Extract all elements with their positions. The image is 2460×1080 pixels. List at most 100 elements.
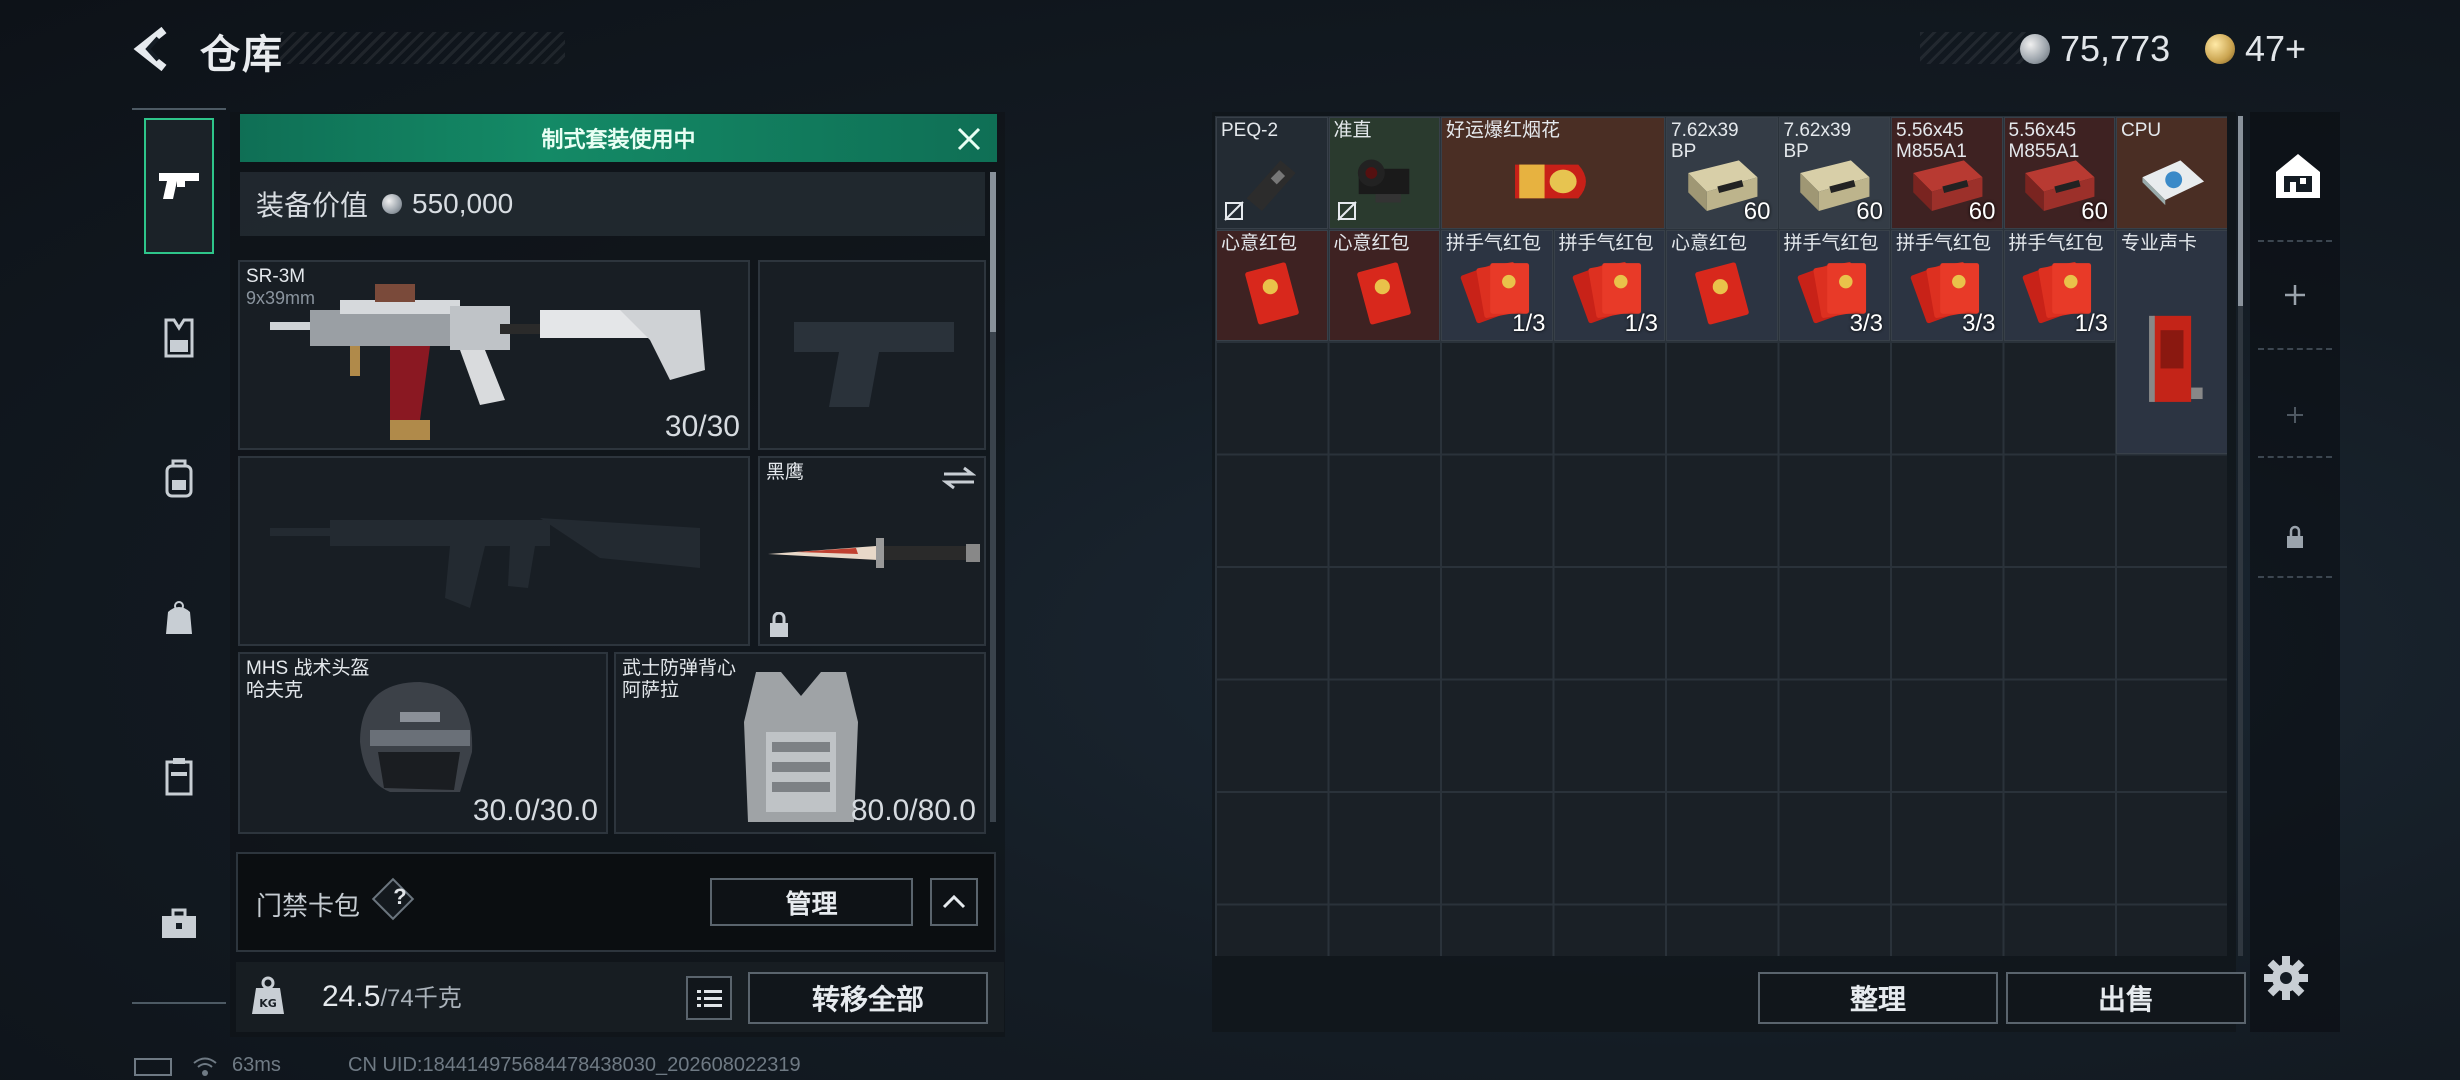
stash-item[interactable]: 心意红包 [1666,229,1778,341]
currency-decoration [1920,32,2030,64]
list-view-button[interactable] [686,976,732,1020]
nav-briefcase[interactable] [144,884,214,964]
armor-slot[interactable]: 武士防弹背心 阿萨拉 80.0/80.0 [614,652,986,834]
nav-weapons[interactable] [144,118,214,254]
stash-item[interactable]: 心意红包 [1216,229,1328,341]
stash-item-name: 心意红包 [1221,232,1298,254]
help-icon[interactable]: ? [385,884,415,910]
currency-silver-value: 75,773 [2060,28,2171,69]
kit-in-use-banner: 制式套装使用中 [240,114,997,162]
stash-item[interactable]: 5.56x45 M855A1 60 [1891,117,2003,229]
page-title: 仓库 [200,33,284,77]
stash-item-name: 拼手气红包 [1783,232,1879,254]
nav-safe-box[interactable] [144,736,214,816]
weight-max: /74千克 [380,985,462,1012]
scrollbar-thumb[interactable] [990,172,996,332]
primary-weapon-slot[interactable]: SR-3M 9x39mm 30/30 [238,260,750,450]
melee-slot[interactable]: 黑鹰 [758,456,986,646]
stash-item[interactable]: 好运爆红烟花 [1441,117,1665,229]
secondary-weapon-slot[interactable] [238,456,750,646]
ping-readout: 63ms [232,1054,281,1076]
stash-item-name: CPU [2121,120,2162,141]
swap-icon[interactable] [942,466,976,490]
body-armor-icon [744,672,858,822]
nav-divider [132,108,226,110]
helmet-slot[interactable]: MHS 战术头盔 哈夫克 30.0/30.0 [238,652,608,834]
helmet-durability: 30.0/30.0 [472,794,598,827]
no-attach-icon [1224,200,1244,221]
primary-weapon-ammo: 30/30 [664,410,740,443]
battery-icon [134,1058,172,1076]
nav-pouch[interactable] [144,578,214,658]
stash-item[interactable]: 拼手气红包 1/3 [1553,229,1665,341]
weight-current: 24.5 [322,980,381,1013]
loadout-scrollbar[interactable] [990,172,996,822]
pistol-slot[interactable] [758,260,986,450]
wifi-icon [193,1057,217,1076]
stash-item[interactable]: 7.62x39 BP 60 [1666,117,1778,229]
warehouse-tab-icon[interactable] [2272,150,2324,202]
back-button[interactable] [130,24,180,74]
stash-item[interactable]: 心意红包 [1328,229,1440,341]
tab-divider [2258,576,2332,578]
lock-icon [770,612,788,637]
add-tab-icon[interactable] [2282,282,2308,308]
nav-backpack[interactable] [144,438,214,518]
manage-button[interactable]: 管理 [710,878,913,926]
stash-item-quantity: 60 [1968,197,1996,225]
kit-banner-close-button[interactable] [950,120,988,158]
stash-scrollbar[interactable] [2238,116,2243,956]
sell-button[interactable]: 出售 [2006,972,2246,1024]
stash-item[interactable]: CPU [2116,117,2227,229]
stash-item[interactable]: 专业声卡 [2116,229,2227,454]
silver-coin-icon [2020,34,2050,64]
stash-item-name: PEQ-2 [1221,120,1279,141]
scrollbar-thumb[interactable] [2238,116,2243,306]
stash-item[interactable]: 7.62x39 BP 60 [1778,117,1890,229]
settings-button[interactable] [2262,954,2310,1002]
tab-divider [2258,348,2332,350]
list-icon [697,990,722,1007]
stash-item-name: 7.62x39 BP [1671,120,1739,162]
stash-item-quantity: 3/3 [1962,310,1996,337]
stash-item-quantity: 3/3 [1849,310,1883,337]
armor-name: 武士防弹背心 阿萨拉 [622,658,737,701]
sort-button[interactable]: 整理 [1758,972,1998,1024]
currency-gold[interactable]: 47+ [2205,24,2306,74]
pistol-icon [159,173,199,199]
stash-item[interactable]: 拼手气红包 1/3 [2003,229,2115,341]
stash-item[interactable]: 拼手气红包 3/3 [1891,229,2003,341]
cpu-chip-icon [2142,160,2204,205]
firecracker-icon [1515,164,1586,199]
stash-item[interactable]: 拼手气红包 1/3 [1441,229,1553,341]
backpack-icon [165,459,193,498]
stash-item-quantity: 1/3 [1624,310,1658,337]
stash-item-name: 拼手气红包 [1558,232,1654,254]
helmet-name: MHS 战术头盔 哈夫克 [246,658,370,701]
stash-tabs [2250,112,2340,1032]
transfer-all-button[interactable]: 转移全部 [748,972,988,1024]
armor-durability: 80.0/80.0 [850,794,976,827]
loadout-value: 550,000 [412,188,514,219]
nav-divider [132,1002,226,1004]
loadout-value-row: 装备价值 550,000 [240,172,985,236]
stash-item[interactable]: PEQ-2 [1216,117,1328,229]
nav-chest-rig[interactable] [144,298,214,378]
loadout-value-label: 装备价值 [256,190,369,221]
stash-item[interactable]: 5.56x45 M855A1 60 [2003,117,2115,229]
stash-item-quantity: 60 [2081,197,2108,225]
title-decoration [280,32,565,64]
stash-item[interactable]: 拼手气红包 3/3 [1778,229,1890,341]
collapse-button[interactable] [930,878,978,926]
gear-icon [2264,956,2308,1000]
currency-silver[interactable]: 75,773 [2020,24,2170,74]
add-tab-icon[interactable] [2284,404,2306,426]
uid-readout: CN UID:184414975684478438030_20260802231… [348,1054,801,1076]
stash-item[interactable]: 准直 [1328,117,1440,229]
stash-grid[interactable]: PEQ-2 准直 好运爆红烟花 7.62x39 BP 60 7.62x39 BP 60 5.5… [1215,116,2227,956]
stash-item-name: 心意红包 [1333,232,1410,254]
pistol-silhouette-icon [794,322,954,407]
red-envelope-icon [1357,262,1412,325]
rifle-silhouette-icon [270,518,700,608]
stash-item-name: 7.62x39 BP [1783,120,1852,162]
